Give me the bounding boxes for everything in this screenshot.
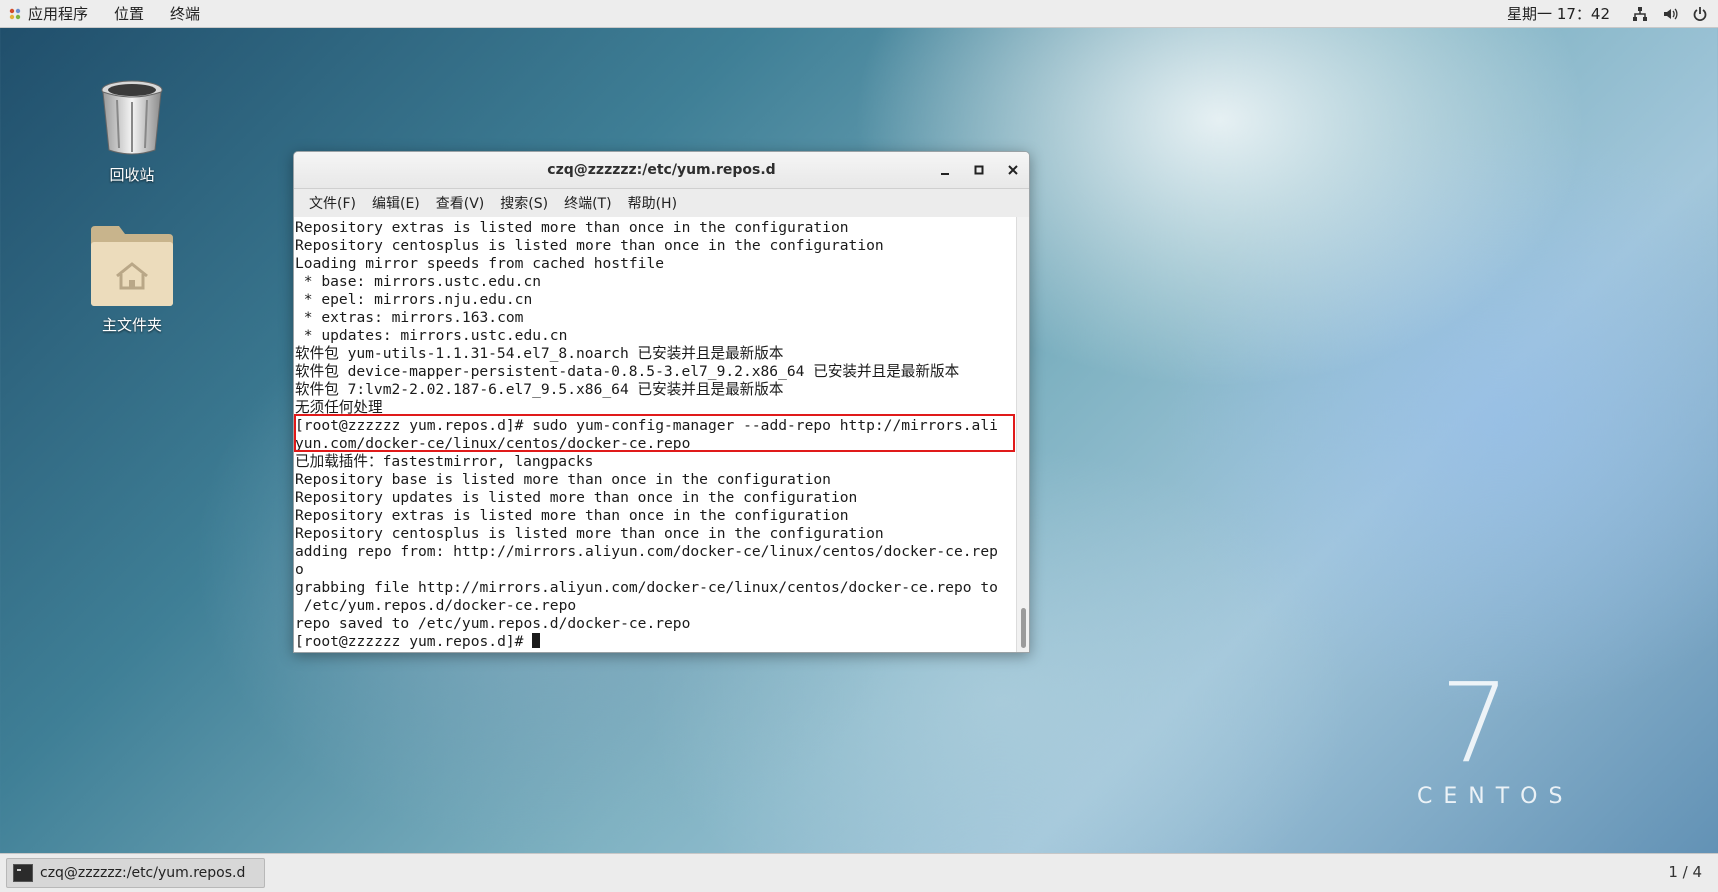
centos-version-number: 7	[1440, 659, 1510, 787]
terminal-cursor	[532, 633, 541, 648]
taskbar-terminal-label: czq@zzzzzz:/etc/yum.repos.d	[40, 865, 246, 881]
trash-icon	[101, 80, 163, 155]
terminal-line: [root@zzzzzz yum.repos.d]#	[295, 633, 533, 650]
maximize-button[interactable]	[971, 162, 987, 178]
terminal-line: adding repo from: http://mirrors.aliyun.…	[295, 543, 998, 560]
menu-search[interactable]: 搜索(S)	[492, 193, 556, 213]
menu-view[interactable]: 查看(V)	[428, 193, 493, 213]
terminal-line: [root@zzzzzz yum.repos.d]# sudo yum-conf…	[295, 417, 998, 434]
terminal-output[interactable]: Repository extras is listed more than on…	[294, 217, 1016, 652]
bottom-panel: czq@zzzzzz:/etc/yum.repos.d 1 / 4	[0, 853, 1718, 892]
volume-icon[interactable]	[1662, 6, 1678, 22]
system-tray: 星期一 17：42	[1507, 0, 1708, 27]
terminal-line: yun.com/docker-ce/linux/centos/docker-ce…	[295, 435, 691, 452]
terminal-line: Loading mirror speeds from cached hostfi…	[295, 255, 665, 272]
places-label[interactable]: 位置	[114, 3, 144, 24]
terminal-line: 软件包 yum-utils-1.1.31-54.el7_8.noarch 已安装…	[295, 345, 784, 362]
home-folder-icon	[91, 226, 173, 306]
terminal-line: grabbing file http://mirrors.aliyun.com/…	[295, 579, 998, 596]
terminal-line: /etc/yum.repos.d/docker-ce.repo	[295, 597, 577, 614]
taskbar-terminal-item[interactable]: czq@zzzzzz:/etc/yum.repos.d	[6, 858, 265, 888]
terminal-line: 无须任何处理	[295, 399, 383, 416]
terminal-line: Repository centosplus is listed more tha…	[295, 237, 884, 254]
terminal-line: * extras: mirrors.163.com	[295, 309, 524, 326]
window-titlebar[interactable]: czq@zzzzzz:/etc/yum.repos.d	[294, 152, 1029, 189]
terminal-line: Repository extras is listed more than on…	[295, 507, 849, 524]
network-icon[interactable]	[1632, 6, 1648, 22]
close-icon	[1008, 165, 1018, 175]
places-menu[interactable]: 位置	[100, 0, 156, 27]
terminal-line: Repository base is listed more than once…	[295, 471, 831, 488]
centos-brand-name: CENTOS	[1417, 784, 1574, 809]
menu-file[interactable]: 文件(F)	[301, 193, 364, 213]
power-icon[interactable]	[1692, 6, 1708, 22]
minimize-icon	[941, 173, 949, 175]
menu-edit[interactable]: 编辑(E)	[364, 193, 428, 213]
home-folder-label: 主文件夹	[101, 316, 162, 334]
trash-desktop-icon[interactable]: 回收站	[77, 78, 187, 185]
terminal-window[interactable]: czq@zzzzzz:/etc/yum.repos.d 文件(F) 编辑(E) …	[293, 151, 1030, 653]
applications-menu[interactable]: 应用程序	[0, 0, 100, 27]
close-button[interactable]	[1005, 162, 1021, 178]
workspace-indicator[interactable]: 1 / 4	[1668, 863, 1702, 881]
menu-terminal[interactable]: 终端(T)	[556, 193, 619, 213]
terminal-line: o	[295, 561, 304, 578]
maximize-icon	[974, 165, 984, 175]
terminal-line: repo saved to /etc/yum.repos.d/docker-ce…	[295, 615, 691, 632]
applications-label[interactable]: 应用程序	[28, 3, 88, 24]
home-folder-desktop-icon[interactable]: 主文件夹	[77, 224, 187, 335]
gnome-foot-icon	[9, 8, 21, 19]
menu-help[interactable]: 帮助(H)	[620, 193, 685, 213]
terminal-line: * epel: mirrors.nju.edu.cn	[295, 291, 533, 308]
window-title: czq@zzzzzz:/etc/yum.repos.d	[547, 162, 776, 178]
terminal-text[interactable]: Repository extras is listed more than on…	[294, 217, 1016, 651]
terminal-line: * updates: mirrors.ustc.edu.cn	[295, 327, 568, 344]
terminal-app-menu[interactable]: 终端	[156, 0, 212, 27]
terminal-line: Repository updates is listed more than o…	[295, 489, 858, 506]
top-panel: 应用程序 位置 终端 星期一 17：42	[0, 0, 1718, 28]
trash-label: 回收站	[109, 166, 155, 184]
terminal-line: Repository extras is listed more than on…	[295, 219, 849, 236]
terminal-line: * base: mirrors.ustc.edu.cn	[295, 273, 542, 290]
scrollbar-thumb[interactable]	[1021, 608, 1026, 648]
terminal-scrollbar[interactable]	[1016, 217, 1029, 652]
minimize-button[interactable]	[937, 162, 953, 178]
terminal-menubar: 文件(F) 编辑(E) 查看(V) 搜索(S) 终端(T) 帮助(H)	[294, 189, 1029, 218]
terminal-line: Repository centosplus is listed more tha…	[295, 525, 884, 542]
terminal-app-label[interactable]: 终端	[170, 3, 200, 24]
terminal-line: 已加载插件：fastestmirror, langpacks	[295, 453, 594, 470]
terminal-line: 软件包 7:lvm2-2.02.187-6.el7_9.5.x86_64 已安装…	[295, 381, 784, 398]
terminal-icon	[13, 864, 33, 882]
terminal-line: 软件包 device-mapper-persistent-data-0.8.5-…	[295, 363, 960, 380]
clock[interactable]: 星期一 17：42	[1507, 3, 1610, 24]
